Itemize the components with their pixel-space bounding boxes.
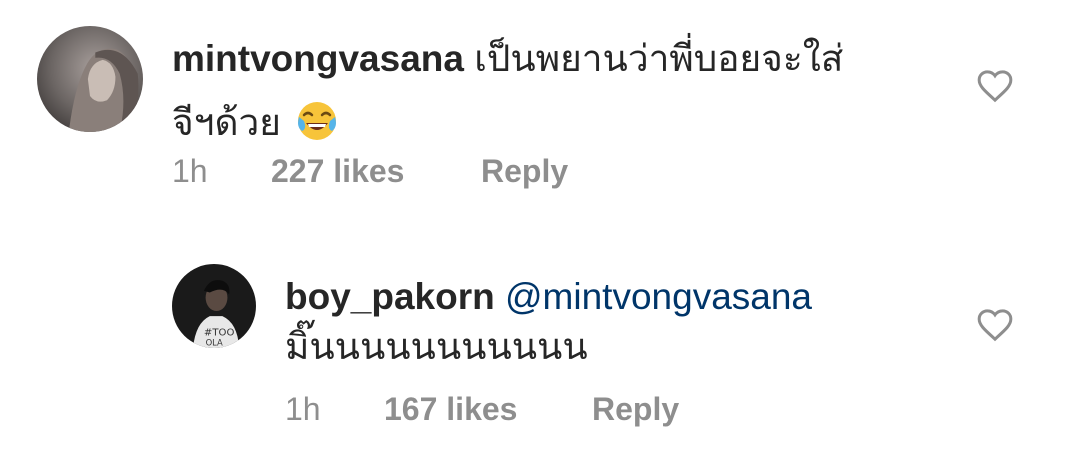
avatar-image xyxy=(37,26,143,132)
avatar[interactable] xyxy=(37,26,143,132)
comment-time: 1h xyxy=(285,391,321,427)
comment-text-line2: จีฯด้วย xyxy=(172,102,281,143)
comment-meta: 1h 227 likes Reply xyxy=(172,153,672,193)
comment-text-line2: มิ๊นนนนนนนนนนน xyxy=(285,326,588,367)
comment-likes[interactable]: 227 likes xyxy=(271,153,404,190)
comment-body: mintvongvasana เป็นพยานว่าพี่บอยจะใส่ จี… xyxy=(172,34,932,148)
comment-meta: 1h 167 likes Reply xyxy=(285,391,785,431)
comment-username[interactable]: mintvongvasana xyxy=(172,38,464,79)
svg-text:OLA: OLA xyxy=(206,337,223,347)
reply-button[interactable]: Reply xyxy=(481,153,568,190)
comment-text-line1: เป็นพยานว่าพี่บอยจะใส่ xyxy=(474,38,844,79)
face-with-tears-of-joy-icon xyxy=(295,99,339,143)
heart-icon[interactable] xyxy=(975,66,1015,106)
mention-link[interactable]: @mintvongvasana xyxy=(505,276,812,317)
comment-body: boy_pakorn @mintvongvasana มิ๊นนนนนนนนนน… xyxy=(285,272,945,372)
avatar[interactable]: #TOO OLA xyxy=(172,264,256,348)
comment-likes[interactable]: 167 likes xyxy=(384,391,517,428)
comment-username[interactable]: boy_pakorn xyxy=(285,276,495,317)
heart-icon[interactable] xyxy=(975,305,1015,345)
reply-button[interactable]: Reply xyxy=(592,391,679,428)
avatar-image: #TOO OLA xyxy=(172,264,256,348)
comment-time: 1h xyxy=(172,153,208,189)
